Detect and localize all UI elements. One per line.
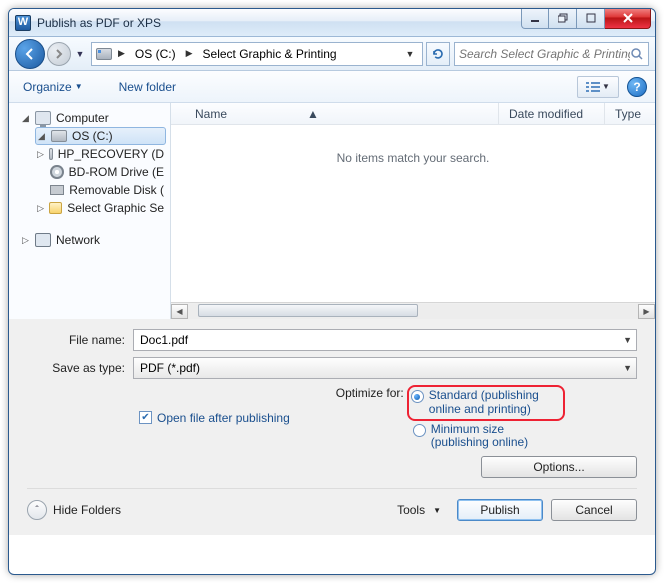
breadcrumb-1[interactable]: OS (C:) (131, 45, 180, 63)
drive-icon (96, 48, 112, 60)
file-name-label: File name: (27, 333, 133, 347)
view-menu[interactable]: ▼ (577, 76, 619, 98)
close-button[interactable] (605, 9, 651, 29)
forward-button[interactable] (47, 42, 71, 66)
address-dropdown-icon[interactable]: ▼ (402, 49, 418, 59)
breadcrumb-separator-icon[interactable]: ▶ (116, 48, 127, 59)
collapse-icon[interactable]: ◢ (21, 113, 30, 124)
restore-button[interactable] (549, 9, 577, 29)
breadcrumb-2[interactable]: Select Graphic & Printing (199, 45, 341, 63)
save-type-label: Save as type: (27, 361, 133, 375)
expand-icon[interactable]: ▷ (21, 235, 30, 246)
column-type[interactable]: Type (605, 103, 655, 124)
scroll-right-button[interactable]: ▶ (638, 304, 655, 319)
column-modified[interactable]: Date modified (499, 103, 605, 124)
tree-drive-removable[interactable]: Removable Disk ( (35, 181, 166, 199)
file-name-input[interactable]: Doc1.pdf▼ (133, 329, 637, 351)
command-bar: Organize▼ New folder ▼ ? (9, 71, 655, 103)
collapse-icon[interactable]: ◢ (37, 131, 46, 142)
new-folder-button[interactable]: New folder (113, 76, 182, 98)
tree-drive-bdrom[interactable]: BD-ROM Drive (E (35, 163, 166, 181)
drive-icon (51, 130, 67, 142)
sort-ascending-icon: ▲ (307, 107, 319, 121)
tree-computer[interactable]: ◢Computer (19, 109, 166, 127)
nav-history-dropdown[interactable]: ▼ (73, 49, 87, 59)
drive-icon (49, 148, 53, 160)
tree-network[interactable]: ▷Network (19, 231, 166, 249)
search-box[interactable] (454, 42, 649, 66)
computer-icon (35, 111, 51, 125)
expand-icon[interactable]: ▷ (37, 203, 44, 214)
removable-disk-icon (50, 185, 64, 195)
dropdown-icon[interactable]: ▼ (623, 335, 632, 345)
publish-button[interactable]: Publish (457, 499, 543, 521)
tools-menu[interactable]: Tools▼ (397, 503, 441, 517)
scroll-track[interactable] (188, 304, 638, 319)
dropdown-icon[interactable]: ▼ (623, 363, 632, 373)
expand-icon[interactable]: ▷ (37, 149, 44, 160)
radio-unselected-icon (413, 424, 426, 437)
dialog-window: W Publish as PDF or XPS ▼ ▶ OS (C:) ▶ Se… (8, 8, 656, 575)
chevron-up-icon: ˆ (27, 500, 47, 520)
maximize-button[interactable] (577, 9, 605, 29)
save-type-combo[interactable]: PDF (*.pdf)▼ (133, 357, 637, 379)
radio-selected-icon (411, 390, 424, 403)
organize-menu[interactable]: Organize▼ (17, 76, 89, 98)
window-title: Publish as PDF or XPS (37, 16, 161, 30)
optimize-for-label: Optimize for: (336, 385, 407, 450)
tree-drive-recovery[interactable]: ▷HP_RECOVERY (D (35, 145, 166, 163)
horizontal-scrollbar[interactable]: ◀ ▶ (171, 302, 655, 319)
lower-panel: File name: Doc1.pdf▼ Save as type: PDF (… (9, 319, 655, 535)
minimize-button[interactable] (521, 9, 549, 29)
options-button[interactable]: Options... (481, 456, 637, 478)
breadcrumb-separator-icon[interactable]: ▶ (184, 48, 195, 59)
open-after-publishing-checkbox[interactable]: ✔ Open file after publishing (139, 385, 290, 450)
optical-drive-icon (50, 165, 63, 179)
tree-folder-select-graphic[interactable]: ▷Select Graphic Se (35, 199, 166, 217)
scroll-left-button[interactable]: ◀ (171, 304, 188, 319)
checkbox-checked-icon: ✔ (139, 411, 152, 424)
optimize-minimum-radio[interactable]: Minimum size (publishing online) (407, 423, 565, 451)
back-button[interactable] (15, 39, 45, 69)
nav-bar: ▼ ▶ OS (C:) ▶ Select Graphic & Printing … (9, 37, 655, 71)
word-app-icon: W (15, 15, 31, 31)
optimize-standard-radio[interactable]: Standard (publishing online and printing… (411, 389, 559, 417)
hide-folders-button[interactable]: ˆ Hide Folders (27, 500, 121, 520)
highlight-standard-option: Standard (publishing online and printing… (407, 385, 565, 421)
search-input[interactable] (459, 47, 630, 61)
help-button[interactable]: ? (627, 77, 647, 97)
search-icon (630, 47, 644, 61)
refresh-button[interactable] (426, 42, 450, 66)
cancel-button[interactable]: Cancel (551, 499, 637, 521)
empty-message: No items match your search. (171, 125, 655, 302)
list-header[interactable]: Name▲ Date modified Type (171, 103, 655, 125)
view-list-icon (586, 81, 600, 93)
address-bar[interactable]: ▶ OS (C:) ▶ Select Graphic & Printing ▼ (91, 42, 423, 66)
titlebar[interactable]: W Publish as PDF or XPS (9, 9, 655, 37)
nav-tree[interactable]: ◢Computer ◢OS (C:) ▷HP_RECOVERY (D BD-RO… (9, 103, 171, 319)
network-icon (35, 233, 51, 247)
scroll-thumb[interactable] (198, 304, 418, 317)
tree-drive-c[interactable]: ◢OS (C:) (35, 127, 166, 145)
file-list[interactable]: Name▲ Date modified Type No items match … (171, 103, 655, 319)
separator (27, 488, 637, 489)
folder-icon (49, 202, 62, 214)
column-name[interactable]: Name▲ (185, 103, 499, 124)
